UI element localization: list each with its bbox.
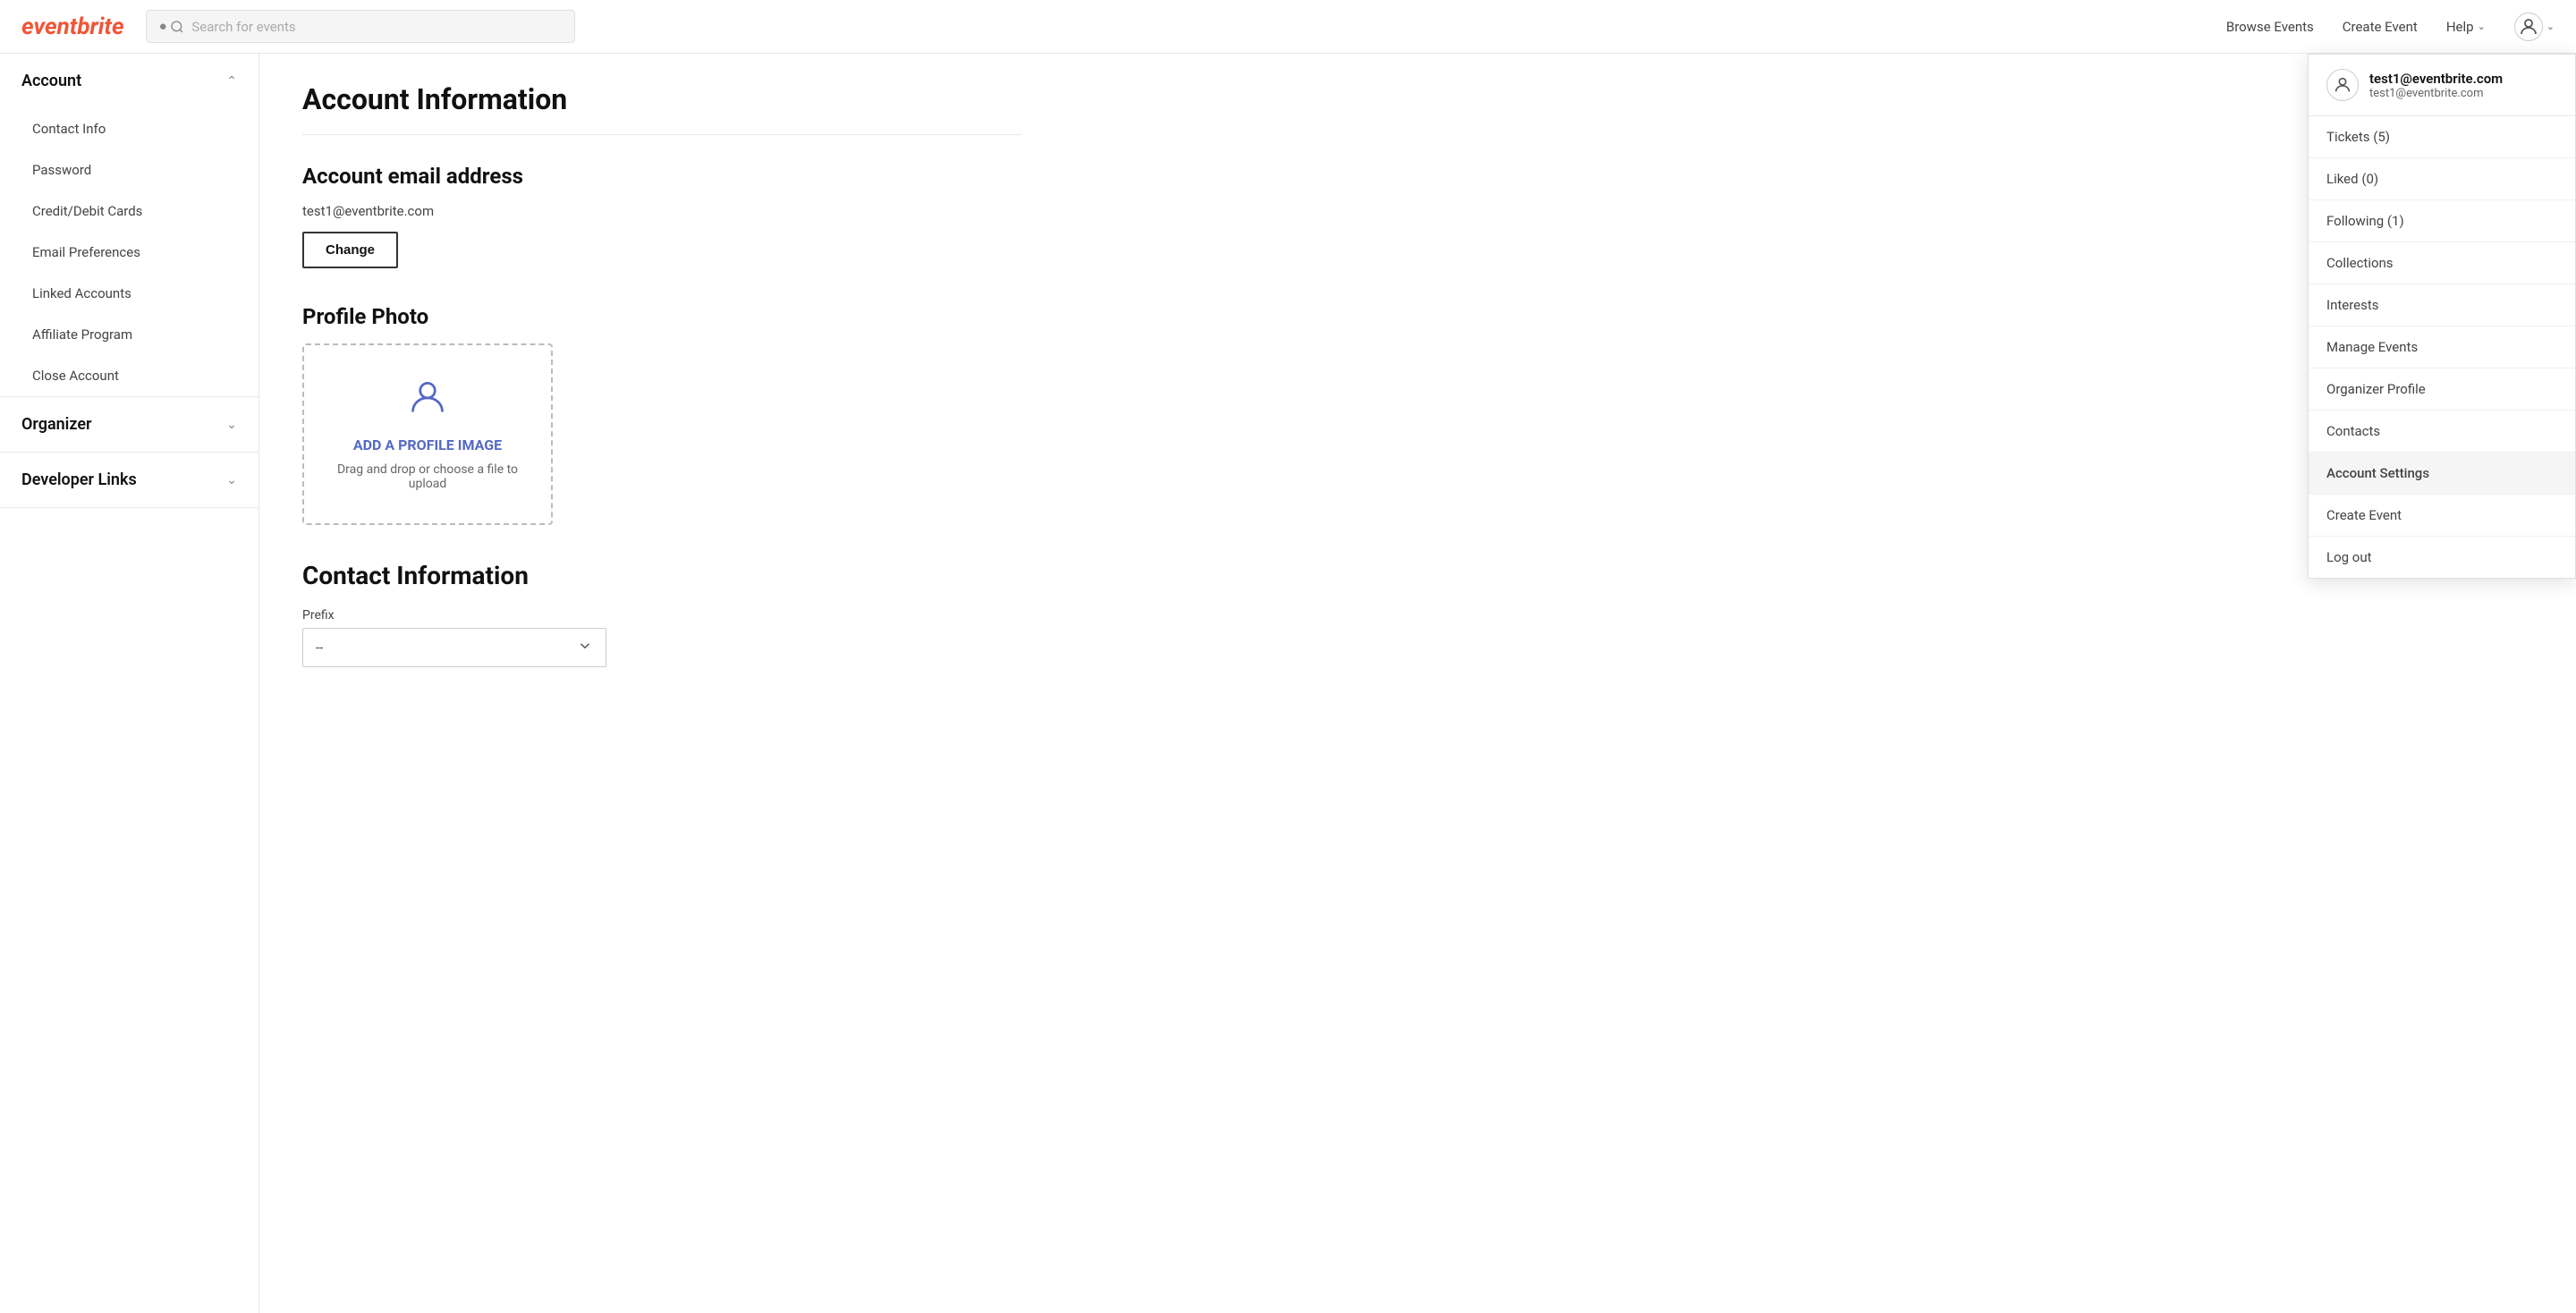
header: eventbrite ● Search for events Browse Ev… [0,0,2576,54]
dropdown-item-logout[interactable]: Log out [2309,537,2575,578]
user-avatar-icon [2514,13,2543,41]
sidebar-account-title: Account [21,72,81,90]
user-menu-trigger[interactable]: ⌄ [2514,13,2555,41]
dropdown-item-tickets[interactable]: Tickets (5) [2309,116,2575,158]
email-section-title: Account email address [302,164,1021,189]
dropdown-item-liked[interactable]: Liked (0) [2309,158,2575,200]
dropdown-item-following[interactable]: Following (1) [2309,200,2575,242]
dropdown-email-secondary: test1@eventbrite.com [2369,87,2503,100]
dropdown-item-manage-events[interactable]: Manage Events [2309,326,2575,368]
sidebar-section-organizer: Organizer ⌄ [0,397,258,453]
dropdown-header: test1@eventbrite.com test1@eventbrite.co… [2309,55,2575,116]
dropdown-item-account-settings[interactable]: Account Settings [2309,453,2575,495]
search-bar[interactable]: ● Search for events [146,10,575,42]
change-email-button[interactable]: Change [302,232,398,268]
sidebar-section-developer-header[interactable]: Developer Links ⌄ [0,453,258,507]
upload-hint: Drag and drop or choose a file to upload [326,462,530,491]
dropdown-item-collections[interactable]: Collections [2309,242,2575,284]
create-event-link[interactable]: Create Event [2343,19,2418,35]
sidebar-item-email-prefs[interactable]: Email Preferences [0,232,258,273]
help-menu[interactable]: Help ⌄ [2446,19,2486,35]
profile-person-icon [408,377,447,426]
dropdown-avatar-icon [2326,69,2359,101]
sidebar-section-organizer-header[interactable]: Organizer ⌄ [0,397,258,452]
upload-label: ADD A PROFILE IMAGE [353,436,502,455]
sidebar-item-close-account[interactable]: Close Account [0,355,258,396]
photo-upload-area[interactable]: ADD A PROFILE IMAGE Drag and drop or cho… [302,343,553,525]
developer-chevron-icon: ⌄ [226,473,237,487]
dropdown-email-primary: test1@eventbrite.com [2369,71,2503,87]
contact-info-section: Contact Information Prefix -- [302,561,1021,667]
dropdown-item-create-event[interactable]: Create Event [2309,495,2575,537]
profile-photo-section: Profile Photo ADD A PROFILE IMAGE Drag a… [302,304,1021,525]
profile-photo-title: Profile Photo [302,304,1021,329]
search-icon: ● [159,18,185,34]
sidebar-section-account: Account ⌃ Contact Info Password Credit/D… [0,54,258,397]
sidebar: Account ⌃ Contact Info Password Credit/D… [0,54,259,1313]
dropdown-item-organizer-profile[interactable]: Organizer Profile [2309,368,2575,411]
dropdown-item-interests[interactable]: Interests [2309,284,2575,326]
prefix-select[interactable]: -- [302,628,606,667]
page-layout: Account ⌃ Contact Info Password Credit/D… [0,54,2576,1313]
browse-events-link[interactable]: Browse Events [2226,19,2314,35]
account-email: test1@eventbrite.com [302,203,1021,219]
sidebar-item-credit-debit[interactable]: Credit/Debit Cards [0,191,258,232]
email-section: Account email address test1@eventbrite.c… [302,164,1021,268]
logo[interactable]: eventbrite [21,13,124,40]
dropdown-item-contacts[interactable]: Contacts [2309,411,2575,453]
sidebar-item-linked-accounts[interactable]: Linked Accounts [0,273,258,314]
user-menu-chevron-icon: ⌄ [2546,21,2555,32]
dropdown-user-info: test1@eventbrite.com test1@eventbrite.co… [2369,71,2503,100]
prefix-value: -- [316,640,323,656]
main-content: Account Information Account email addres… [259,54,1064,1313]
contact-info-title: Contact Information [302,561,1021,590]
user-dropdown-menu: test1@eventbrite.com test1@eventbrite.co… [2308,54,2576,579]
sidebar-item-password[interactable]: Password [0,149,258,191]
sidebar-account-items: Contact Info Password Credit/Debit Cards… [0,108,258,396]
sidebar-developer-title: Developer Links [21,470,137,489]
header-nav: Browse Events Create Event Help ⌄ ⌄ [2226,13,2555,41]
prefix-label: Prefix [302,608,1021,623]
help-chevron-icon: ⌄ [2478,21,2486,32]
sidebar-organizer-title: Organizer [21,415,92,434]
account-chevron-icon: ⌃ [226,74,237,89]
help-link: Help [2446,19,2474,35]
page-title: Account Information [302,82,1021,135]
sidebar-item-contact-info[interactable]: Contact Info [0,108,258,149]
search-placeholder: Search for events [191,19,295,35]
sidebar-item-affiliate[interactable]: Affiliate Program [0,314,258,355]
sidebar-section-account-header[interactable]: Account ⌃ [0,54,258,108]
sidebar-section-developer: Developer Links ⌄ [0,453,258,508]
prefix-chevron-icon [577,638,593,657]
prefix-field: Prefix -- [302,608,1021,667]
logo-text: eventbrite [21,13,124,40]
organizer-chevron-icon: ⌄ [226,418,237,432]
